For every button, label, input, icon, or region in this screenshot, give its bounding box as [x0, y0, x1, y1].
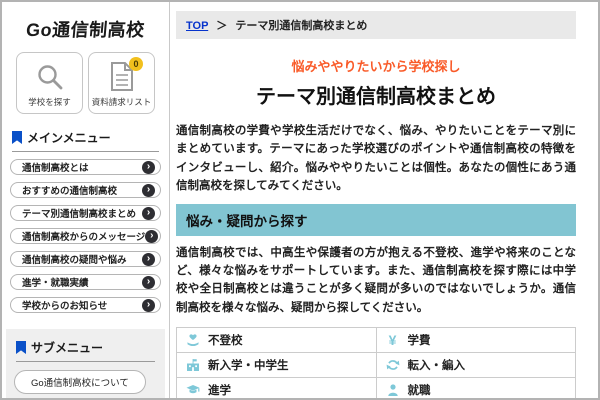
topic-link-label: 転入・編入 [407, 360, 466, 373]
request-list-label: 資料請求リスト [91, 97, 152, 107]
main-content: TOP ＞ テーマ別通信制高校まとめ 悩みややりたいから学校探し テーマ別通信制… [170, 2, 598, 398]
menu-item-label: おすすめの通信制高校 [22, 186, 118, 197]
sidebar-item-what-is[interactable]: 通信制高校とは [10, 159, 161, 175]
section-paragraph: 通信制高校では、中高生や保護者の方が抱える不登校、進学や将来のことなど、様々な悩… [176, 246, 576, 314]
sidebar-action-buttons: 学校を探す 0 資料請求リスト [10, 52, 161, 114]
topic-links-table: 不登校 学費 [176, 327, 576, 398]
request-list-count-badge: 0 [129, 57, 143, 71]
topic-link-shushoku[interactable]: 就職 [386, 382, 567, 398]
search-school-label: 学校を探す [28, 97, 71, 107]
transfer-arrows-icon [386, 358, 400, 372]
topic-link-shinnyugaku[interactable]: 新入学・中学生 [186, 357, 367, 373]
page-tagline: 悩みややりたいから学校探し [291, 59, 461, 74]
hand-heart-icon [186, 333, 200, 347]
main-menu-heading: メインメニュー [12, 129, 159, 152]
topic-link-tennyu[interactable]: 転入・編入 [386, 357, 567, 373]
bookmark-icon [16, 341, 26, 354]
menu-item-label: 通信制高校からのメッセージ [22, 232, 146, 243]
yen-icon [386, 333, 400, 347]
chevron-right-icon [142, 298, 155, 312]
site-logo[interactable]: Go通信制高校 [9, 16, 162, 42]
section-heading: 悩み・疑問から探す [176, 203, 576, 236]
main-menu-title: メインメニュー [27, 131, 111, 145]
search-icon [37, 65, 62, 90]
intro-paragraph: 通信制高校の学費や学校生活だけでなく、悩み、やりたいことをテーマ別にまとめていま… [176, 125, 576, 193]
page: Go通信制高校 学校を探す 0 資料請求リスト メインメニュー 通信制高校とは … [0, 0, 600, 400]
menu-item-label: 通信制高校とは [22, 163, 89, 174]
menu-item-label: 学校からのお知らせ [22, 301, 108, 312]
breadcrumb-current: テーマ別通信制高校まとめ [235, 20, 368, 32]
graduation-cap-icon [186, 383, 200, 397]
topic-link-label: 不登校 [208, 335, 243, 348]
person-icon [386, 383, 400, 397]
chevron-right-icon [142, 160, 155, 174]
table-row: 不登校 学費 [176, 327, 576, 354]
topic-link-label: 新入学・中学生 [208, 360, 289, 373]
chevron-right-icon [145, 229, 159, 243]
topic-link-futoko[interactable]: 不登校 [186, 332, 367, 348]
menu-item-label: テーマ別通信制高校まとめ [22, 209, 137, 220]
breadcrumb: TOP ＞ テーマ別通信制高校まとめ [176, 11, 576, 39]
sidebar-item-about[interactable]: Go通信制高校について [14, 370, 146, 394]
topic-link-label: 進学 [208, 385, 231, 398]
school-building-icon [186, 358, 200, 372]
table-row: 進学 就職 [176, 377, 576, 398]
chevron-right-icon [142, 206, 155, 220]
sidebar-item-career-results[interactable]: 進学・就職実績 [10, 274, 161, 290]
menu-item-label: 通信制高校の疑問や悩み [22, 255, 127, 266]
sub-menu-heading: サブメニュー [16, 339, 155, 362]
breadcrumb-home-link[interactable]: TOP [186, 20, 208, 32]
topic-link-shingaku[interactable]: 進学 [186, 382, 367, 398]
sidebar-item-messages[interactable]: 通信制高校からのメッセージ [10, 228, 161, 244]
chevron-right-icon [142, 183, 155, 197]
search-school-button[interactable]: 学校を探す [16, 52, 83, 114]
bookmark-icon [12, 131, 22, 144]
table-row: 新入学・中学生 転入・編入 [176, 352, 576, 379]
chevron-right-icon [142, 275, 155, 289]
sub-menu: サブメニュー Go通信制高校について [6, 329, 165, 398]
topic-link-gakuhi[interactable]: 学費 [386, 332, 567, 348]
sidebar-item-school-news[interactable]: 学校からのお知らせ [10, 297, 161, 313]
topic-link-label: 学費 [407, 335, 431, 348]
page-title: テーマ別通信制高校まとめ [256, 86, 496, 108]
sub-menu-title: サブメニュー [31, 341, 104, 355]
topic-link-label: 就職 [407, 385, 431, 398]
chevron-right-icon [142, 252, 155, 266]
sidebar: Go通信制高校 学校を探す 0 資料請求リスト メインメニュー 通信制高校とは … [2, 2, 170, 398]
sidebar-item-theme-summary[interactable]: テーマ別通信制高校まとめ [10, 205, 161, 221]
menu-item-label: 進学・就職実績 [22, 278, 89, 289]
request-list-button[interactable]: 0 資料請求リスト [88, 52, 155, 114]
sidebar-item-questions[interactable]: 通信制高校の疑問や悩み [10, 251, 161, 267]
breadcrumb-separator: ＞ [216, 20, 228, 32]
sidebar-item-recommended[interactable]: おすすめの通信制高校 [10, 182, 161, 198]
